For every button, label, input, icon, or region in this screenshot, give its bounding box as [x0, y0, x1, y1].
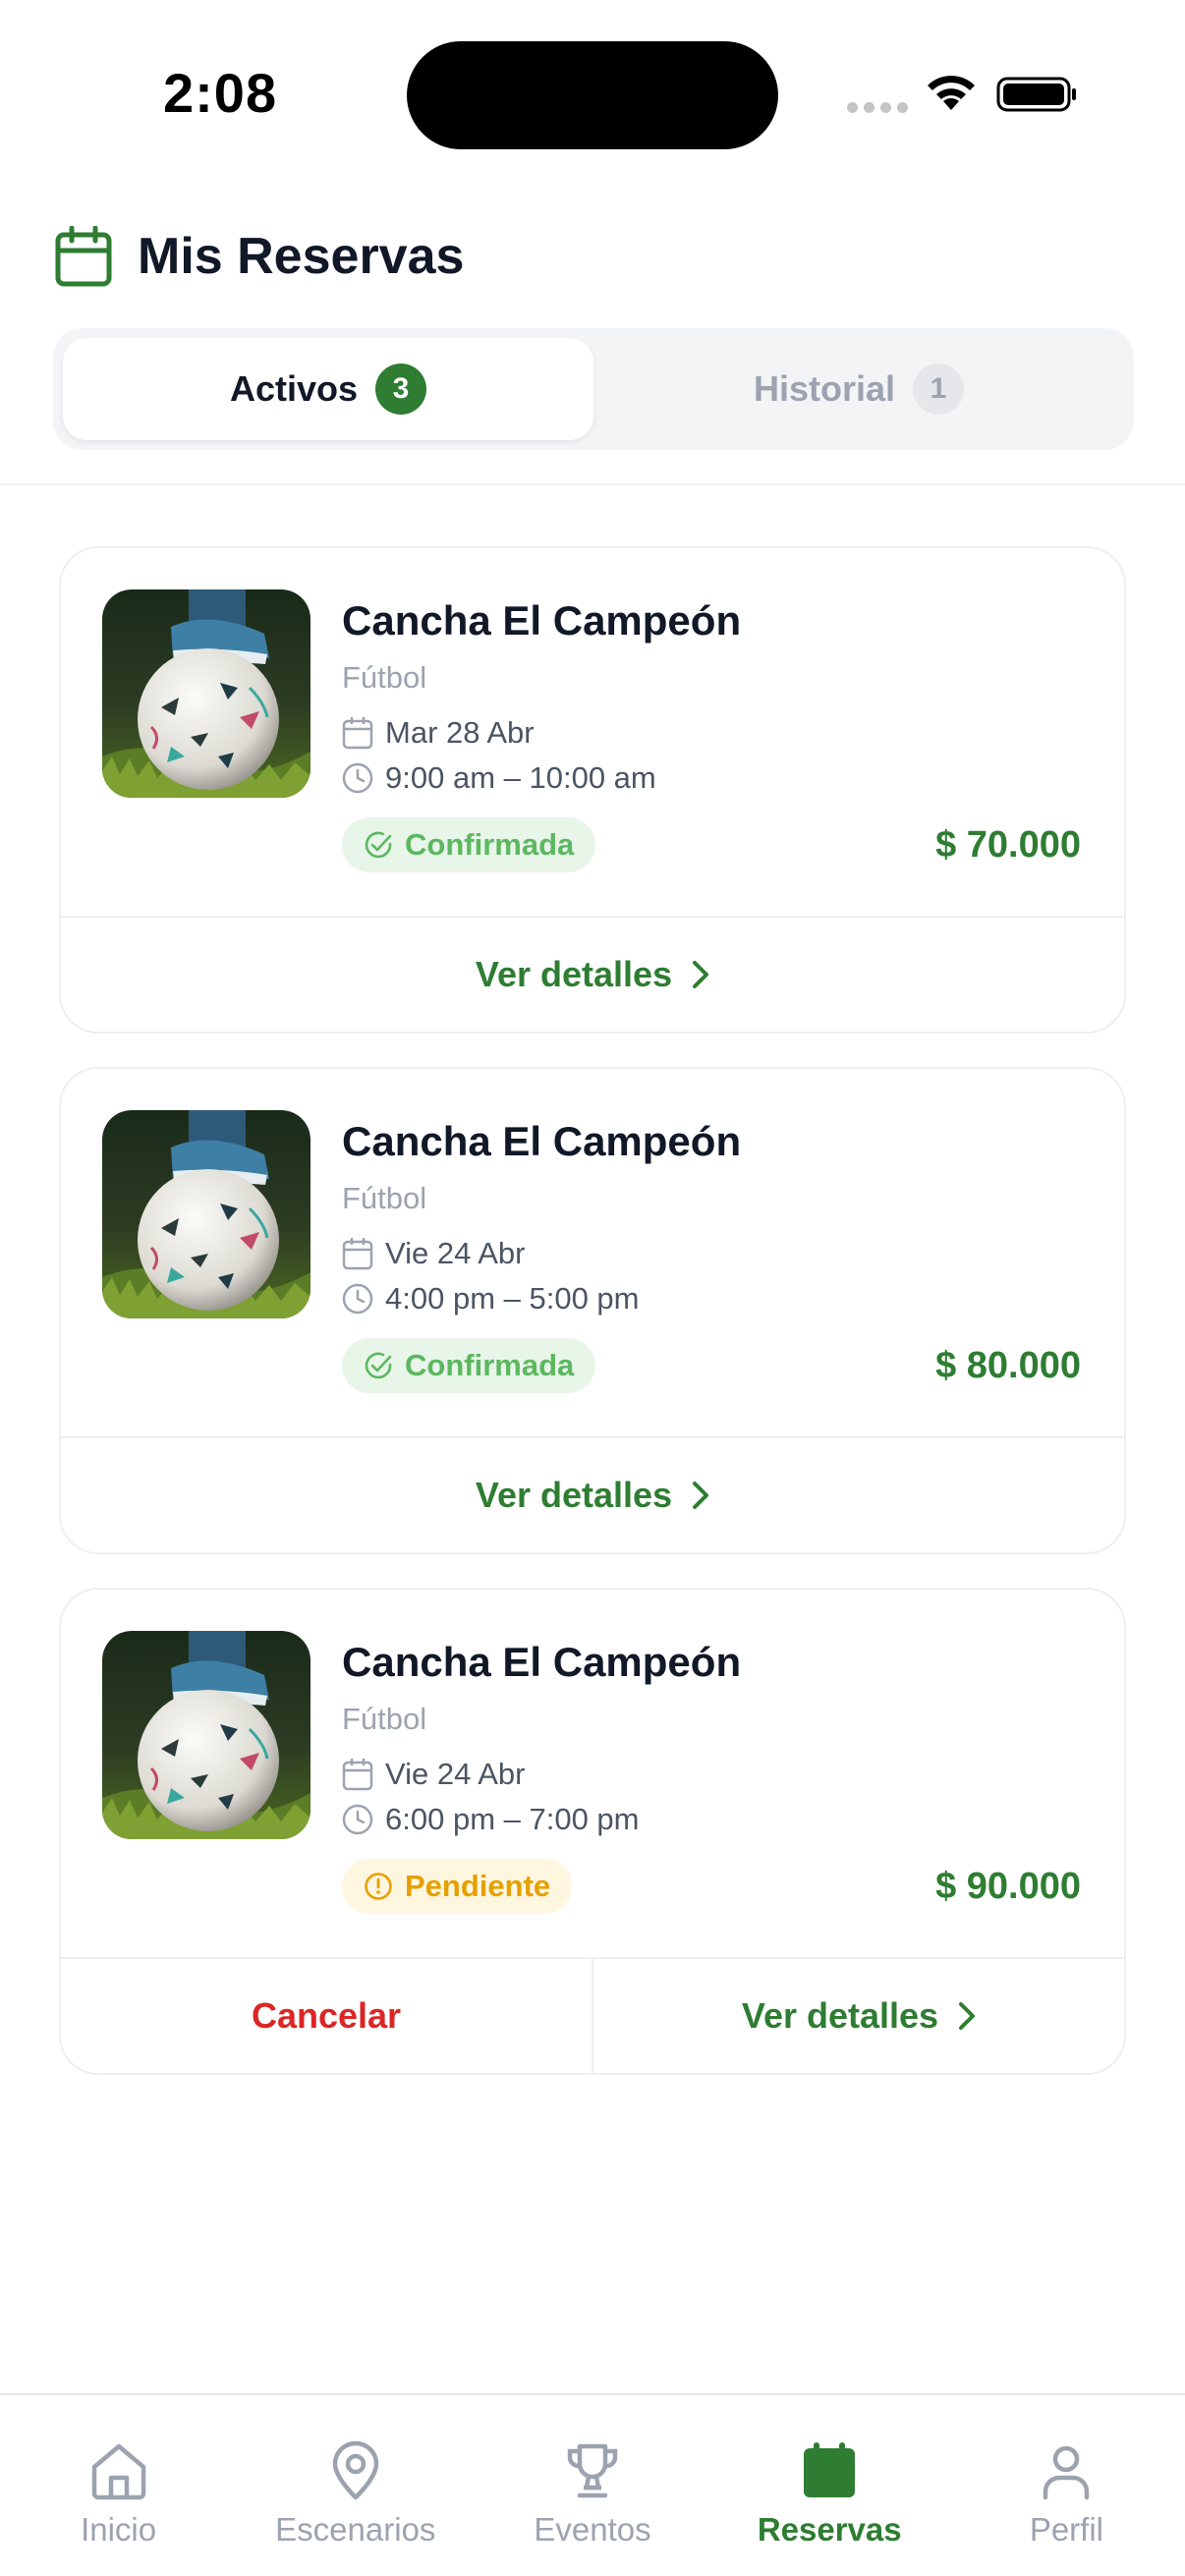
- nav-item-escenarios[interactable]: Escenarios: [237, 2395, 474, 2576]
- user-icon: [1044, 2445, 1090, 2500]
- trophy-icon: [567, 2443, 618, 2498]
- status-bar: 2:08: [0, 0, 1185, 187]
- price: $ 70.000: [935, 823, 1081, 866]
- header-divider: [0, 483, 1185, 485]
- tab-count-badge: 3: [375, 364, 427, 415]
- view-details-button[interactable]: Ver detalles: [61, 1438, 1124, 1552]
- sport-label: Fútbol: [342, 1702, 427, 1736]
- status-time: 2:08: [163, 62, 278, 124]
- calendar-icon: [342, 1238, 373, 1270]
- status-text: Confirmada: [405, 827, 575, 862]
- view-details-label: Ver detalles: [475, 954, 673, 994]
- view-details-label: Ver detalles: [741, 1995, 939, 2036]
- reservation-date: Vie 24 Abr: [342, 1757, 1081, 1792]
- view-details-label: Ver detalles: [475, 1475, 673, 1515]
- page-header: Mis Reservas: [55, 226, 464, 287]
- nav-item-perfil[interactable]: Perfil: [948, 2395, 1185, 2576]
- nav-item-eventos[interactable]: Eventos: [474, 2395, 710, 2576]
- sport-label: Fútbol: [342, 1181, 427, 1215]
- reservation-card: Cancha El Campeón Fútbol Vie 24 Abr 6:00…: [59, 1588, 1126, 2075]
- status-badge: Confirmada: [342, 1338, 596, 1393]
- cancel-label: Cancelar: [251, 1995, 402, 2036]
- tab-label: Historial: [753, 368, 896, 409]
- reservation-time: 4:00 pm – 5:00 pm: [342, 1281, 1081, 1316]
- chevron-right-icon: [693, 1482, 709, 1509]
- chevron-right-icon: [693, 961, 709, 988]
- cellular-signal-icon: [847, 102, 908, 113]
- tab-label: Activos: [229, 368, 359, 409]
- reservation-card: Cancha El Campeón Fútbol Vie 24 Abr 4:00…: [59, 1067, 1126, 1554]
- status-badge: Confirmada: [342, 817, 596, 872]
- reservation-card: Cancha El Campeón Fútbol Mar 28 Abr 9:00…: [59, 546, 1126, 1034]
- calendar-icon: [55, 226, 112, 287]
- clock-icon: [342, 1804, 373, 1835]
- time-text: 6:00 pm – 7:00 pm: [385, 1802, 640, 1836]
- venue-name: Cancha El Campeón: [342, 597, 742, 644]
- date-text: Vie 24 Abr: [385, 1757, 526, 1791]
- venue-thumbnail: [102, 1631, 310, 1839]
- reservation-tabs: Activos 3 Historial 1: [53, 328, 1134, 450]
- reservation-date: Vie 24 Abr: [342, 1236, 1081, 1271]
- status-text: Pendiente: [405, 1869, 551, 1903]
- status-badge: Pendiente: [342, 1859, 573, 1914]
- cancel-button[interactable]: Cancelar: [61, 1959, 593, 2073]
- clock-icon: [342, 762, 373, 794]
- venue-thumbnail: [102, 1110, 310, 1318]
- view-details-button[interactable]: Ver detalles: [61, 918, 1124, 1032]
- reservation-time: 6:00 pm – 7:00 pm: [342, 1802, 1081, 1837]
- tab-count-badge: 1: [913, 364, 965, 415]
- tab-historial[interactable]: Historial 1: [593, 338, 1124, 440]
- check-circle-icon: [365, 831, 392, 859]
- nav-label: Reservas: [757, 2511, 902, 2548]
- sport-label: Fútbol: [342, 660, 427, 695]
- chevron-right-icon: [959, 2002, 976, 2030]
- map-pin-icon: [332, 2440, 379, 2500]
- reservation-date: Mar 28 Abr: [342, 715, 1081, 751]
- clock-icon: [342, 1283, 373, 1315]
- calendar-icon: [342, 717, 373, 750]
- nav-label: Escenarios: [275, 2511, 436, 2548]
- check-circle-icon: [365, 1352, 392, 1379]
- venue-name: Cancha El Campeón: [342, 1118, 742, 1164]
- venue-thumbnail: [102, 589, 310, 798]
- view-details-button[interactable]: Ver detalles: [593, 1959, 1124, 2073]
- wifi-icon: [928, 76, 975, 110]
- home-icon: [91, 2443, 145, 2500]
- dynamic-island: [407, 41, 778, 149]
- time-text: 4:00 pm – 5:00 pm: [385, 1281, 640, 1316]
- time-text: 9:00 am – 10:00 am: [385, 760, 656, 795]
- venue-name: Cancha El Campeón: [342, 1639, 742, 1685]
- status-text: Confirmada: [405, 1348, 575, 1382]
- battery-icon: [996, 77, 1076, 112]
- bottom-nav: Inicio Escenarios Eventos Reservas Perfi…: [0, 2393, 1185, 2576]
- calendar-icon: [342, 1759, 373, 1791]
- nav-label: Perfil: [1029, 2511, 1103, 2548]
- nav-item-reservas[interactable]: Reservas: [711, 2395, 948, 2576]
- page-title: Mis Reservas: [138, 228, 465, 285]
- date-text: Vie 24 Abr: [385, 1236, 526, 1270]
- alert-circle-icon: [365, 1873, 392, 1900]
- nav-item-inicio[interactable]: Inicio: [0, 2395, 237, 2576]
- reservation-time: 9:00 am – 10:00 am: [342, 760, 1081, 796]
- calendar-icon: [804, 2442, 856, 2497]
- price: $ 90.000: [935, 1865, 1081, 1907]
- tab-activos[interactable]: Activos 3: [63, 338, 593, 440]
- date-text: Mar 28 Abr: [385, 715, 535, 750]
- nav-label: Eventos: [534, 2511, 651, 2548]
- nav-label: Inicio: [81, 2511, 157, 2548]
- price: $ 80.000: [935, 1344, 1081, 1386]
